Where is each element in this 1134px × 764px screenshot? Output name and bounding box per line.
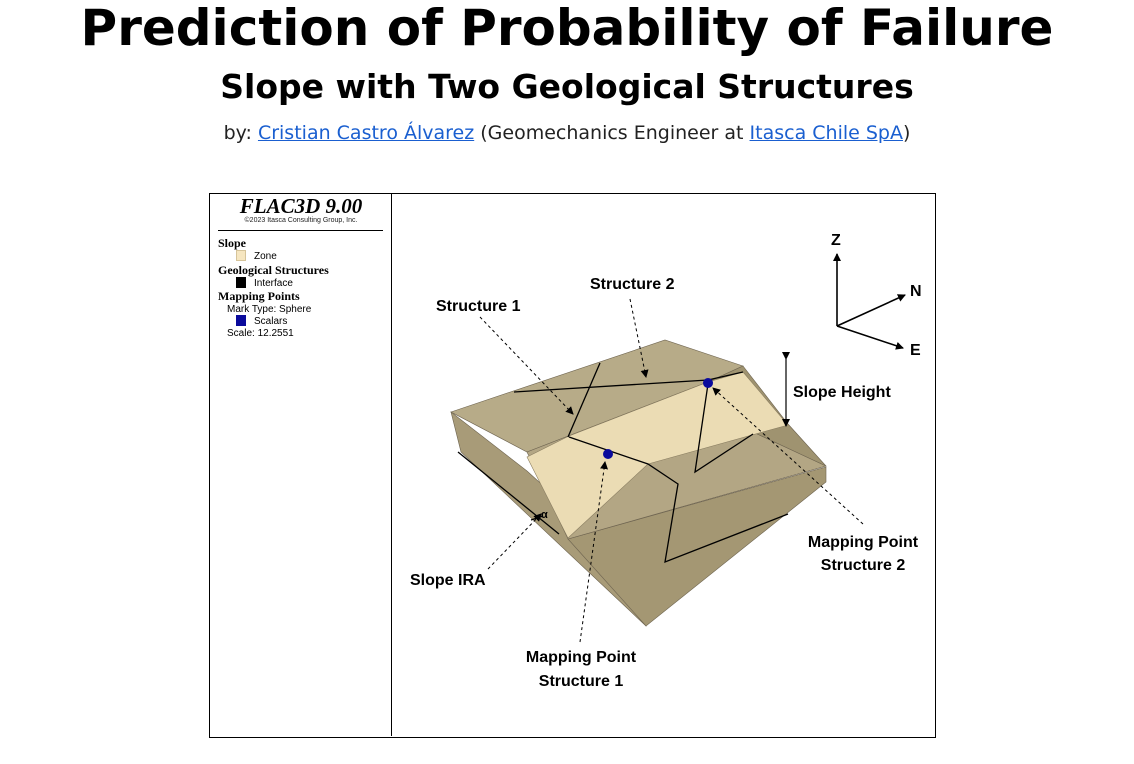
- software-title: FLAC3D 9.00: [239, 194, 363, 218]
- legend-item-scalars: Scalars: [254, 316, 288, 327]
- author-link[interactable]: Cristian Castro Álvarez: [258, 122, 474, 144]
- legend-heading-slope: Slope: [218, 236, 247, 250]
- axis-label-z: Z: [831, 232, 841, 249]
- legend-heading-structures: Geological Structures: [218, 263, 329, 277]
- label-mp2-line1: Mapping Point: [808, 534, 919, 551]
- scalars-swatch: [236, 315, 246, 326]
- copyright-text: ©2023 Itasca Consulting Group, Inc.: [244, 217, 358, 224]
- leader-slope-ira: [487, 513, 542, 570]
- e-axis-arrow: [836, 325, 904, 350]
- legend-heading-mapping: Mapping Points: [218, 289, 300, 303]
- legend-item-interface: Interface: [254, 278, 293, 289]
- legend-divider: [218, 230, 383, 231]
- label-mp1-line1: Mapping Point: [526, 649, 637, 666]
- axis-label-e: E: [910, 342, 921, 359]
- page-title: Prediction of Probability of Failure: [80, 0, 1054, 57]
- byline-prefix: by:: [223, 122, 258, 144]
- figure-frame: FLAC3D 9.00 ©2023 Itasca Consulting Grou…: [209, 193, 936, 738]
- label-alpha: α: [541, 509, 548, 521]
- axis-label-n: N: [910, 283, 922, 300]
- label-slope-height: Slope Height: [793, 384, 891, 401]
- mapping-point-structure2: [703, 378, 713, 388]
- legend-mark-type: Mark Type: Sphere: [227, 304, 312, 315]
- close-paren: ): [902, 122, 911, 144]
- label-structure2: Structure 2: [590, 276, 675, 293]
- legend-scale: Scale: 12.2551: [227, 328, 294, 339]
- zone-swatch: [236, 250, 246, 261]
- label-mp2-line2: Structure 2: [821, 557, 906, 574]
- legend-panel: FLAC3D 9.00 ©2023 Itasca Consulting Grou…: [210, 194, 392, 736]
- byline: by: Cristian Castro Álvarez (Geomechanic…: [0, 120, 1134, 146]
- label-mp1-line2: Structure 1: [539, 673, 624, 690]
- page-subtitle: Slope with Two Geological Structures: [220, 67, 914, 106]
- orientation-axes: [833, 253, 906, 350]
- legend-item-zone: Zone: [254, 251, 277, 262]
- company-link[interactable]: Itasca Chile SpA: [750, 122, 903, 144]
- interface-swatch: [236, 277, 246, 288]
- slope-model-diagram: Structure 1 Structure 2 Slope Height Slo…: [410, 232, 922, 690]
- mapping-point-structure1: [603, 449, 613, 459]
- n-axis-arrow: [836, 294, 906, 327]
- label-slope-ira: Slope IRA: [410, 572, 486, 589]
- label-structure1: Structure 1: [436, 298, 521, 315]
- role-text: (Geomechanics Engineer at: [474, 122, 750, 144]
